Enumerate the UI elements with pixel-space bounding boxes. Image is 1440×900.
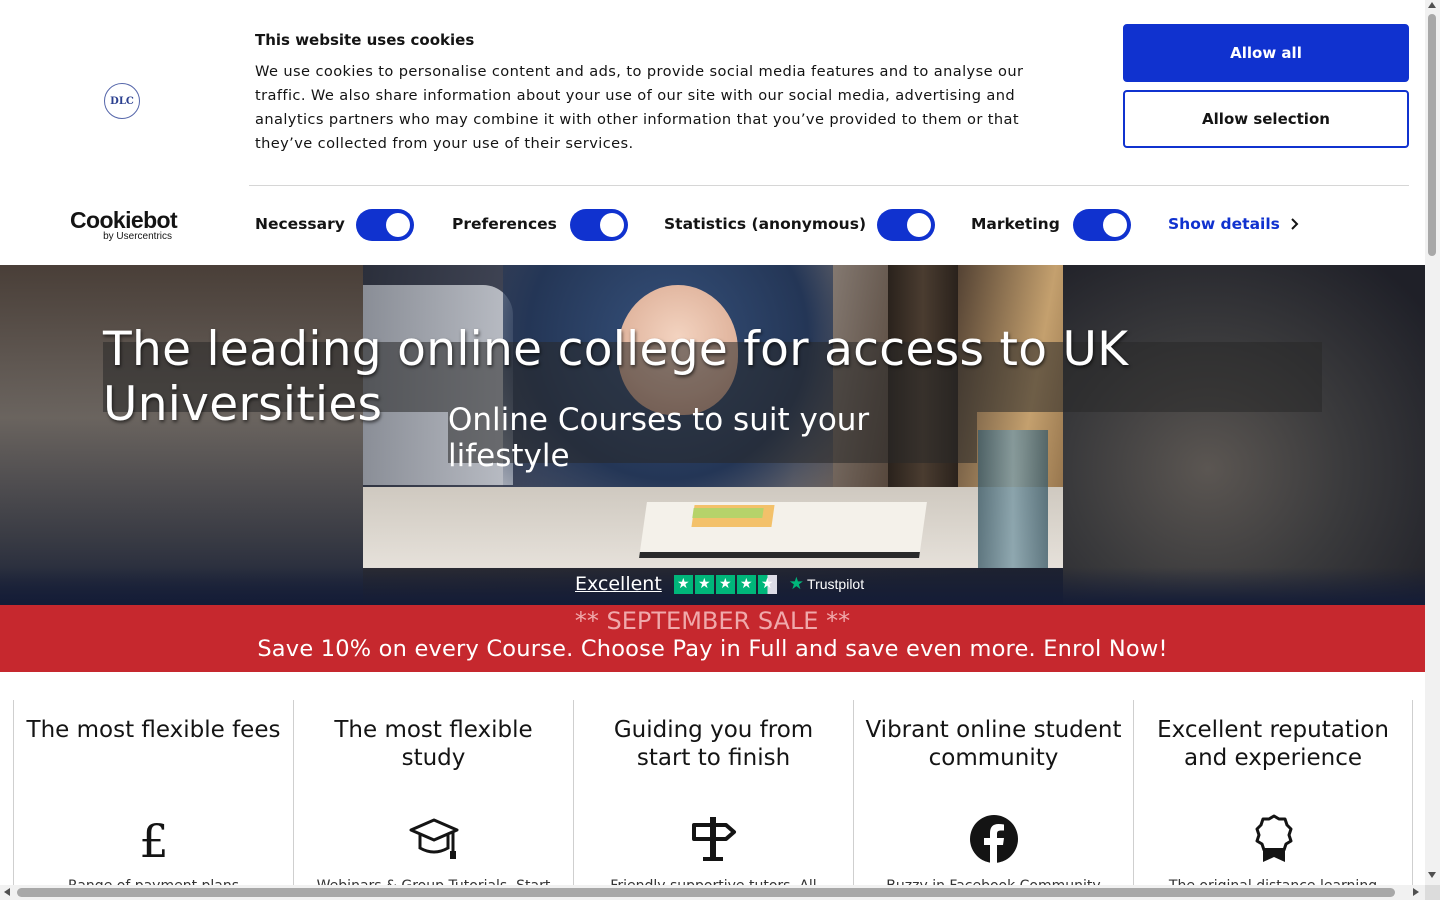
- scroll-down-arrow-icon[interactable]: [1428, 872, 1436, 878]
- statistics-toggle[interactable]: [877, 209, 935, 241]
- trustpilot-widget[interactable]: Excellent ★ ★ ★ ★ ★ ★ Trustpilot: [575, 573, 864, 595]
- show-details-label: Show details: [1168, 215, 1280, 233]
- necessary-toggle[interactable]: [356, 209, 414, 241]
- allow-all-button[interactable]: Allow all: [1123, 24, 1409, 82]
- trustpilot-brand: Trustpilot: [807, 576, 865, 592]
- toggle-label-necessary: Necessary: [255, 215, 345, 233]
- allow-selection-button[interactable]: Allow selection: [1123, 90, 1409, 148]
- trustpilot-rating-text[interactable]: Excellent: [575, 573, 662, 595]
- toggle-knob: [386, 213, 410, 237]
- cookie-banner-description: We use cookies to personalise content an…: [255, 63, 1024, 152]
- preferences-toggle[interactable]: [570, 209, 628, 241]
- site-logo: DLC: [104, 83, 140, 119]
- hero-background-right: [1063, 265, 1425, 605]
- sale-text: Save 10% on every Course. Choose Pay in …: [257, 636, 1168, 662]
- svg-text:£: £: [139, 815, 168, 863]
- toggle-label-statistics: Statistics (anonymous): [664, 215, 867, 233]
- star-icon: ★: [673, 574, 693, 594]
- feature-title: The most flexible fees: [26, 717, 281, 743]
- hero-background-left: [0, 265, 363, 605]
- sale-title: ** SEPTEMBER SALE **: [574, 607, 851, 635]
- feature-title: Excellent reputation and experience: [1157, 717, 1389, 771]
- show-details-link[interactable]: Show details: [1168, 215, 1299, 233]
- toggle-knob: [907, 213, 931, 237]
- feature-community: Vibrant online student community Buzzy i…: [853, 700, 1133, 894]
- features-row: The most flexible fees £ Range of paymen…: [13, 700, 1413, 894]
- award-ribbon-icon: [1249, 813, 1299, 865]
- toggle-knob: [600, 213, 624, 237]
- graduation-cap-icon: [409, 813, 459, 865]
- feature-study: The most flexible study Webinars & Group…: [293, 700, 573, 894]
- cookie-consent-banner: DLC Cookiebot by Usercentrics This websi…: [0, 0, 1425, 265]
- star-icon: ★: [694, 574, 714, 594]
- scroll-up-arrow-icon[interactable]: [1428, 2, 1436, 8]
- horizontal-scrollbar-thumb[interactable]: [17, 888, 1395, 897]
- horizontal-scrollbar[interactable]: [0, 885, 1425, 900]
- hero-subtitle: Online Courses to suit your lifestyle: [448, 402, 977, 474]
- half-star-icon: ★: [757, 574, 777, 594]
- toggle-label-preferences: Preferences: [452, 215, 557, 233]
- chevron-right-icon: [1291, 218, 1299, 230]
- cookiebot-brand-name: Cookiebot: [70, 207, 178, 233]
- trustpilot-logo: ★ Trustpilot: [789, 574, 864, 594]
- toggle-label-marketing: Marketing: [971, 215, 1060, 233]
- feature-fees: The most flexible fees £ Range of paymen…: [13, 700, 293, 894]
- feature-reputation: Excellent reputation and experience The …: [1133, 700, 1413, 894]
- feature-guiding: Guiding you from start to finish Friendl…: [573, 700, 853, 894]
- photo-sticky-note-2: [692, 508, 764, 518]
- cookiebot-logo: Cookiebot by Usercentrics: [70, 207, 178, 243]
- scrollbar-corner: [1425, 885, 1440, 900]
- feature-title: The most flexible study: [334, 717, 533, 771]
- star-icon: ★: [715, 574, 735, 594]
- feature-title: Guiding you from start to finish: [613, 717, 814, 771]
- feature-title: Vibrant online student community: [865, 717, 1122, 771]
- cookie-banner-divider: [249, 185, 1409, 186]
- photo-notebook: [639, 502, 927, 558]
- scroll-right-arrow-icon[interactable]: [1413, 888, 1419, 896]
- facebook-icon[interactable]: [969, 813, 1019, 865]
- marketing-toggle[interactable]: [1073, 209, 1131, 241]
- toggle-knob: [1103, 213, 1127, 237]
- trustpilot-star-icon: ★: [788, 574, 805, 593]
- scroll-left-arrow-icon[interactable]: [4, 888, 10, 896]
- vertical-scrollbar-thumb[interactable]: [1428, 14, 1436, 256]
- pound-icon: £: [129, 813, 179, 865]
- star-icon: ★: [736, 574, 756, 594]
- photo-pen-cup: [978, 430, 1048, 568]
- cookie-banner-title: This website uses cookies: [255, 31, 475, 49]
- signpost-icon: [689, 813, 739, 865]
- vertical-scrollbar[interactable]: [1425, 0, 1440, 885]
- hero-section: The leading online college for access to…: [0, 265, 1425, 605]
- sale-banner[interactable]: ** SEPTEMBER SALE ** Save 10% on every C…: [0, 605, 1425, 672]
- trustpilot-stars: ★ ★ ★ ★ ★: [673, 574, 777, 594]
